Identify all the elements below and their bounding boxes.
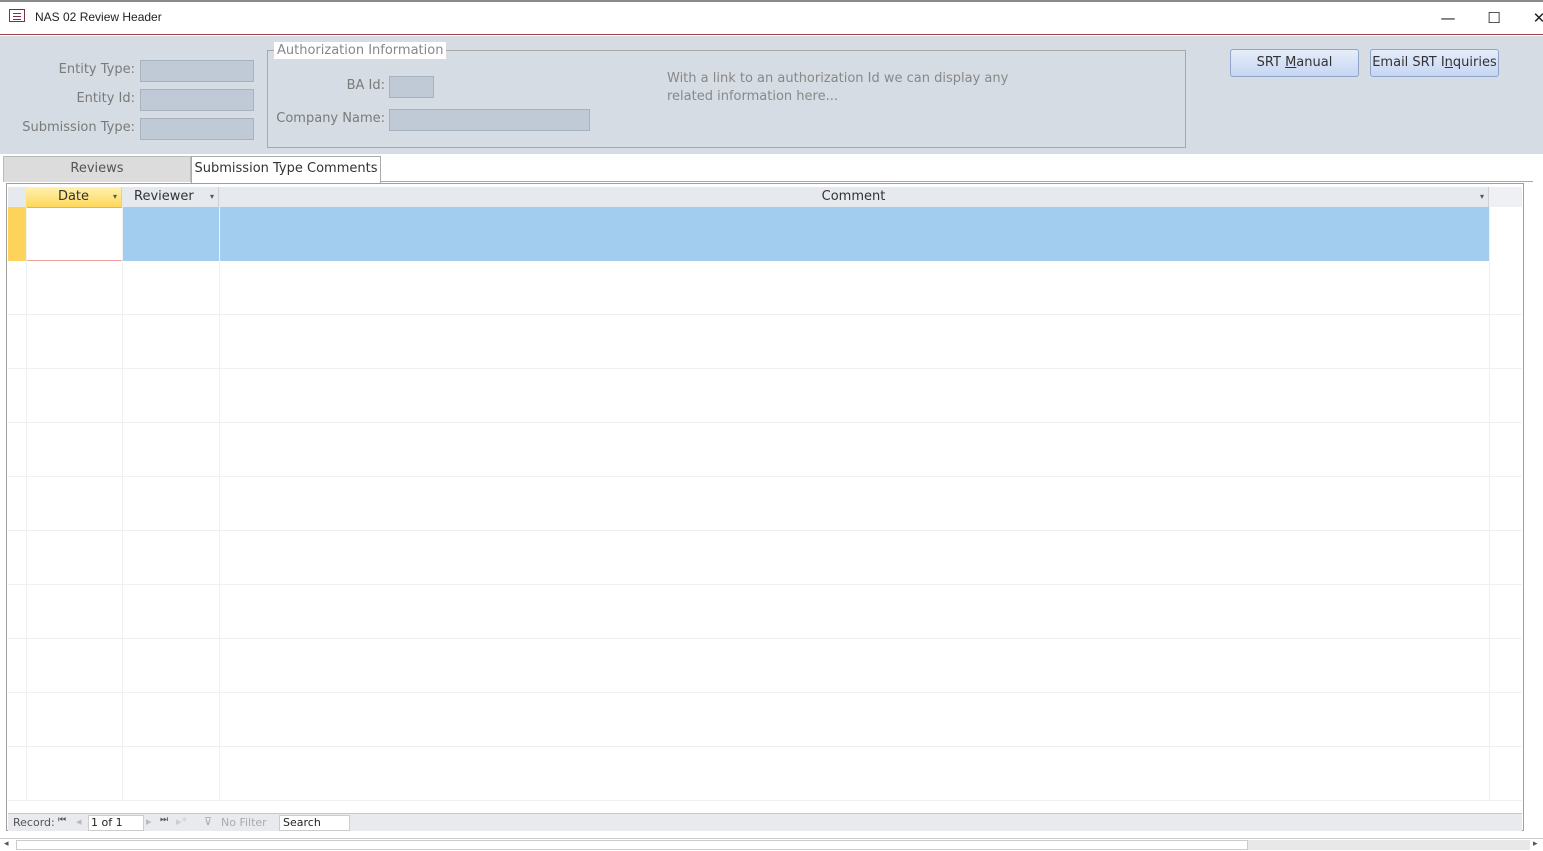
dropdown-arrow-icon[interactable]: ▾ — [1480, 187, 1484, 206]
table-row[interactable] — [8, 261, 1522, 315]
table-row[interactable] — [8, 423, 1522, 477]
label: Email SRT I — [1372, 55, 1445, 70]
new-record-button[interactable]: ▸* — [176, 815, 187, 828]
scroll-right-arrow-icon[interactable]: ▸ — [1533, 839, 1538, 849]
submission-type-field[interactable] — [140, 118, 254, 140]
table-row[interactable] — [8, 747, 1522, 801]
column-label: Reviewer — [134, 189, 194, 204]
srt-manual-button[interactable]: SRT Manual — [1230, 49, 1359, 77]
company-name-label: Company Name: — [276, 111, 385, 126]
maximize-button[interactable]: ☐ — [1479, 6, 1509, 30]
info-line: related information here... — [667, 89, 838, 104]
first-record-button[interactable]: ⏮ — [58, 815, 66, 825]
column-divider — [26, 207, 27, 801]
column-header-comment[interactable]: Comment ▾ — [219, 187, 1489, 207]
submission-type-label: Submission Type: — [22, 120, 135, 135]
authorization-info-text: With a link to an authorization Id we ca… — [667, 70, 1008, 106]
form-icon — [9, 9, 25, 22]
tab-divider — [381, 181, 1533, 182]
dropdown-arrow-icon[interactable]: ▾ — [210, 187, 214, 206]
selected-row[interactable] — [122, 207, 1489, 261]
column-divider — [219, 207, 220, 801]
authorization-group-title: Authorization Information — [274, 42, 447, 59]
entity-id-label: Entity Id: — [76, 91, 135, 106]
entity-id-field[interactable] — [140, 89, 254, 111]
column-header-reviewer[interactable]: Reviewer ▾ — [122, 187, 219, 207]
table-row[interactable] — [8, 693, 1522, 747]
table-row[interactable] — [8, 639, 1522, 693]
table-row[interactable] — [8, 477, 1522, 531]
company-name-field[interactable] — [389, 109, 590, 131]
minimize-button[interactable]: — — [1433, 6, 1463, 30]
info-line: With a link to an authorization Id we ca… — [667, 71, 1009, 86]
column-label: Comment — [821, 189, 886, 204]
last-record-button[interactable]: ⏭ — [160, 815, 168, 825]
table-row[interactable] — [8, 315, 1522, 369]
no-filter-button[interactable]: No Filter — [221, 816, 267, 829]
email-srt-inquiries-button[interactable]: Email SRT Inquiries — [1370, 49, 1499, 77]
window-title: NAS 02 Review Header — [35, 10, 162, 24]
column-label: Date — [57, 189, 90, 204]
close-button[interactable]: ✕ — [1524, 6, 1543, 30]
label: anual — [1296, 55, 1333, 70]
ba-id-field[interactable] — [389, 76, 434, 98]
column-header-date[interactable]: Date ▾ — [26, 187, 122, 207]
entity-type-field[interactable] — [140, 60, 254, 82]
select-all-corner[interactable] — [8, 187, 26, 207]
horizontal-scrollbar[interactable]: ◂ ▸ — [0, 838, 1543, 851]
accesskey: n — [1444, 55, 1453, 70]
header-filler — [1489, 187, 1522, 207]
scrollbar-track[interactable] — [1248, 840, 1530, 850]
previous-record-button[interactable]: ◂ — [76, 815, 82, 828]
entity-type-label: Entity Type: — [58, 62, 135, 77]
column-divider — [1489, 207, 1490, 801]
table-row[interactable] — [8, 585, 1522, 639]
scrollbar-thumb[interactable] — [16, 840, 1248, 850]
title-bar — [0, 0, 1543, 35]
next-record-button[interactable]: ▸ — [146, 815, 152, 828]
filter-icon: ⊽ — [204, 815, 213, 828]
tab-submission-type-comments[interactable]: Submission Type Comments — [191, 156, 381, 184]
tab-reviews[interactable]: Reviews — [3, 156, 191, 182]
record-selector-current[interactable] — [8, 207, 26, 261]
label: SRT — [1256, 55, 1286, 70]
scroll-left-arrow-icon[interactable]: ◂ — [4, 839, 9, 849]
label: quiries — [1452, 55, 1497, 70]
table-row[interactable] — [8, 531, 1522, 585]
accesskey: M — [1285, 55, 1297, 70]
date-cell-active[interactable] — [26, 207, 123, 261]
table-row[interactable] — [8, 369, 1522, 423]
record-navigation-bar: Record: ⏮ ◂ 1 of 1 ▸ ⏭ ▸* ⊽ No Filter Se… — [8, 813, 1522, 831]
search-input[interactable]: Search — [279, 815, 350, 831]
current-record-field[interactable]: 1 of 1 — [88, 815, 144, 831]
ba-id-label: BA Id: — [346, 78, 385, 93]
dropdown-arrow-icon[interactable]: ▾ — [113, 187, 117, 206]
column-divider — [122, 207, 123, 801]
record-label: Record: — [13, 816, 55, 829]
